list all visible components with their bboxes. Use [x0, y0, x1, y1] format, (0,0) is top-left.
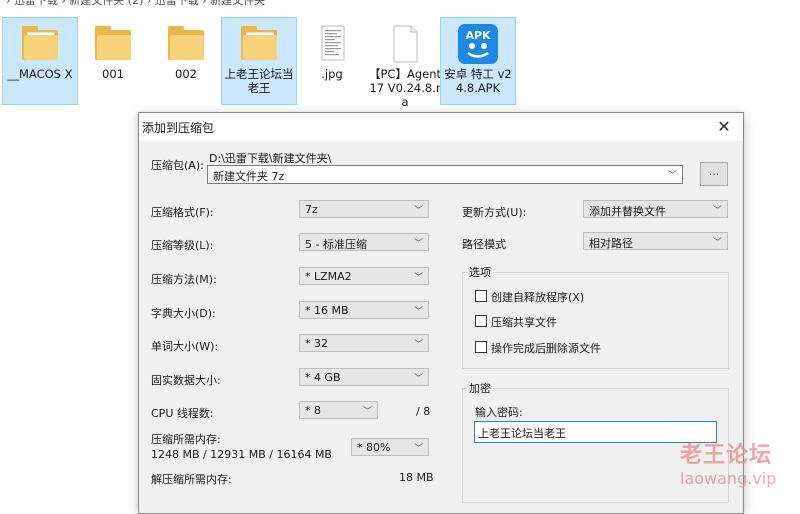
blank-file-icon	[393, 25, 418, 63]
chevron-down-icon: ﹀	[413, 239, 423, 249]
apk-icon: APK	[458, 24, 498, 64]
file-label: 002	[175, 67, 197, 81]
file-item-002[interactable]: 002	[149, 18, 223, 104]
browse-button[interactable]: ...	[700, 162, 728, 186]
chevron-down-icon: ﹀	[413, 444, 423, 454]
folder-icon	[166, 26, 206, 60]
threads-total: / 8	[416, 405, 431, 418]
format-value: 7z	[305, 203, 318, 216]
delete-source-label[interactable]: 操作完成后删除源文件	[491, 340, 601, 356]
chevron-down-icon: ﹀	[413, 307, 423, 317]
archive-name-value: 新建文件夹 7z	[213, 170, 285, 183]
file-label: .jpg	[321, 67, 343, 81]
chevron-down-icon: ﹀	[362, 407, 372, 417]
update-value: 添加并替换文件	[589, 205, 666, 218]
file-explorer: › 迅雷下载 › 新建文件夹 (2) › 迅雷下载 › 新建文件夹 __MACO…	[0, 0, 800, 118]
svg-text:APK: APK	[465, 29, 491, 42]
file-label: __MACOS X	[7, 67, 73, 81]
watermark-text: 老王论坛	[680, 443, 773, 468]
threads-select[interactable]: * 8 ﹀	[299, 401, 378, 419]
sfx-checkbox[interactable]	[475, 290, 487, 302]
level-select[interactable]: 5 - 标准压缩 ﹀	[299, 233, 429, 251]
word-label: 单词大小(W):	[151, 340, 219, 353]
path-value: 相对路径	[589, 237, 633, 250]
file-label: 001	[102, 67, 124, 81]
chevron-down-icon: ﹀	[413, 273, 423, 283]
folder-icon	[239, 26, 279, 60]
encrypt-title: 加密	[467, 380, 493, 396]
archive-name-combo[interactable]: 新建文件夹 7z ﹀	[207, 165, 683, 184]
threads-label: CPU 线程数:	[151, 407, 214, 420]
chevron-down-icon: ﹀	[712, 238, 722, 248]
method-value: * LZMA2	[305, 270, 352, 283]
file-item-apk[interactable]: APK 安卓 特工 v24.8.APK	[440, 17, 516, 105]
dict-value: * 16 MB	[305, 304, 349, 317]
method-label: 压缩方法(M):	[151, 273, 217, 286]
file-label: 安卓 特工 v24.8.APK	[444, 67, 512, 95]
file-item-001[interactable]: 001	[76, 18, 150, 104]
mem-percent-select[interactable]: * 80% ﹀	[351, 438, 429, 456]
chevron-down-icon: ﹀	[712, 206, 722, 216]
file-item-jpg[interactable]: .jpg	[295, 18, 369, 104]
archive-path: D:\迅雷下载\新建文件夹\	[209, 152, 332, 165]
dialog-titlebar[interactable]: 添加到压缩包 ✕	[139, 113, 743, 141]
watermark-url: laowang.vip	[680, 469, 777, 488]
file-item-macosx[interactable]: __MACOS X	[2, 17, 78, 105]
level-label: 压缩等级(L):	[151, 239, 214, 252]
path-label: 路径模式	[462, 238, 506, 251]
chevron-down-icon: ﹀	[413, 340, 423, 350]
file-label: 上老王论坛当老王	[224, 67, 294, 95]
shared-checkbox[interactable]	[475, 315, 487, 327]
folder-icon	[93, 26, 133, 60]
threads-value: * 8	[305, 404, 321, 417]
solid-select[interactable]: * 4 GB ﹀	[299, 368, 429, 386]
options-title: 选项	[467, 264, 493, 280]
mem-label: 压缩所需内存:	[151, 433, 221, 446]
breadcrumb[interactable]: › 迅雷下载 › 新建文件夹 (2) › 迅雷下载 › 新建文件夹	[6, 0, 265, 8]
update-select[interactable]: 添加并替换文件 ﹀	[583, 200, 728, 218]
chevron-down-icon: ﹀	[667, 171, 677, 181]
dialog-title: 添加到压缩包	[142, 121, 215, 135]
chevron-down-icon: ﹀	[413, 206, 423, 216]
file-item-pc-agent[interactable]: 【PC】Agent 17 V0.24.8.ra	[368, 18, 442, 109]
solid-label: 固实数据大小:	[151, 374, 221, 387]
decomp-label: 解压缩所需内存:	[151, 473, 232, 486]
level-value: 5 - 标准压缩	[305, 238, 367, 251]
file-label: 【PC】Agent 17 V0.24.8.ra	[368, 67, 441, 109]
method-select[interactable]: * LZMA2 ﹀	[299, 267, 429, 285]
image-file-icon	[321, 25, 345, 61]
password-value: 上老王论坛当老王	[478, 427, 566, 440]
file-item-laowang-folder[interactable]: 上老王论坛当老王	[221, 17, 297, 105]
dict-select[interactable]: * 16 MB ﹀	[299, 301, 429, 319]
dict-label: 字典大小(D):	[151, 307, 216, 320]
format-select[interactable]: 7z ﹀	[299, 200, 429, 218]
archive-label: 压缩包(A):	[151, 159, 204, 172]
delete-source-checkbox[interactable]	[475, 341, 487, 353]
chevron-down-icon: ﹀	[413, 374, 423, 384]
add-to-archive-dialog: 添加到压缩包 ✕ 压缩包(A): D:\迅雷下载\新建文件夹\ 新建文件夹 7z…	[138, 112, 744, 514]
shared-label[interactable]: 压缩共享文件	[491, 314, 557, 330]
word-value: * 32	[305, 337, 328, 350]
folder-icon	[20, 26, 60, 60]
update-label: 更新方式(U):	[462, 206, 527, 219]
password-label: 输入密码:	[475, 406, 523, 419]
decomp-value: 18 MB	[399, 471, 434, 484]
format-label: 压缩格式(F):	[151, 206, 214, 219]
word-select[interactable]: * 32 ﹀	[299, 334, 429, 352]
sfx-label[interactable]: 创建自释放程序(X)	[491, 289, 584, 305]
mem-percent-value: * 80%	[357, 441, 391, 454]
mem-detail: 1248 MB / 12931 MB / 16164 MB	[151, 448, 332, 461]
path-select[interactable]: 相对路径 ﹀	[583, 232, 728, 250]
close-button[interactable]: ✕	[713, 117, 735, 137]
solid-value: * 4 GB	[305, 371, 341, 384]
